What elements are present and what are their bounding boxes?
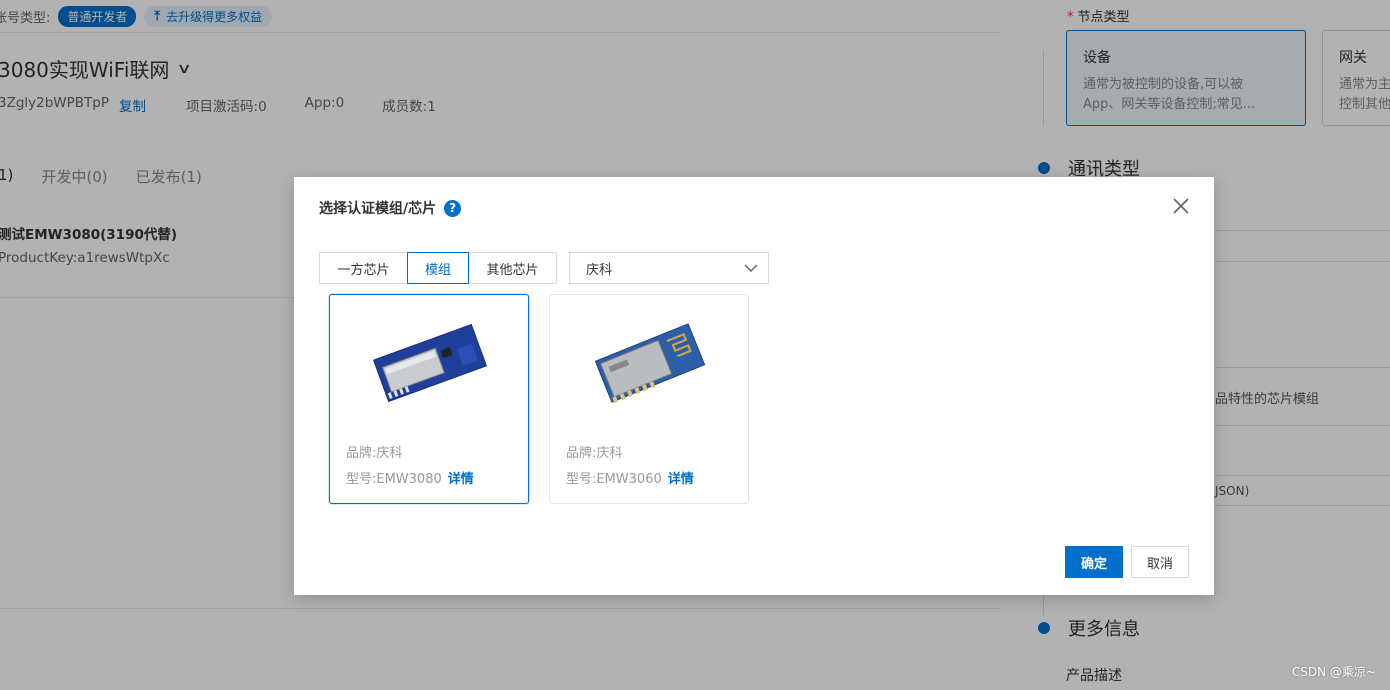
module-model-row: 型号:EMW3060 详情	[566, 468, 694, 487]
tab-module[interactable]: 模组	[407, 252, 469, 284]
help-icon[interactable]: ?	[444, 199, 462, 217]
module-model-row: 型号:EMW3080 详情	[346, 468, 474, 487]
module-image-icon	[594, 323, 706, 404]
close-icon[interactable]	[1172, 197, 1190, 215]
module-image-icon	[372, 323, 488, 403]
tab-first-party-chip[interactable]: 一方芯片	[319, 252, 408, 284]
module-model: 型号:EMW3060	[566, 472, 662, 487]
watermark: CSDN @乘凉~	[1291, 665, 1376, 679]
module-card-emw3080[interactable]: 品牌:庆科 型号:EMW3080 详情	[329, 294, 529, 504]
module-brand: 品牌:庆科	[346, 446, 403, 461]
module-model: 型号:EMW3080	[346, 472, 442, 487]
dialog-title-text: 选择认证模组/芯片	[319, 201, 437, 217]
cancel-button[interactable]: 取消	[1131, 546, 1189, 578]
tab-other-chip[interactable]: 其他芯片	[468, 252, 557, 284]
chevron-down-icon	[744, 264, 758, 272]
select-module-dialog: 选择认证模组/芯片 ? 一方芯片 模组 其他芯片 庆科 品牌:庆科 型号:EMW…	[294, 177, 1214, 595]
confirm-button[interactable]: 确定	[1065, 546, 1123, 578]
details-link[interactable]: 详情	[448, 472, 474, 487]
brand-select-value: 庆科	[586, 262, 613, 278]
chip-type-segmented: 一方芯片 模组 其他芯片	[319, 252, 557, 284]
dialog-title: 选择认证模组/芯片 ?	[319, 198, 462, 218]
details-link[interactable]: 详情	[668, 472, 694, 487]
brand-select[interactable]: 庆科	[569, 252, 769, 284]
module-brand: 品牌:庆科	[566, 446, 623, 461]
module-card-emw3060[interactable]: 品牌:庆科 型号:EMW3060 详情	[549, 294, 749, 504]
